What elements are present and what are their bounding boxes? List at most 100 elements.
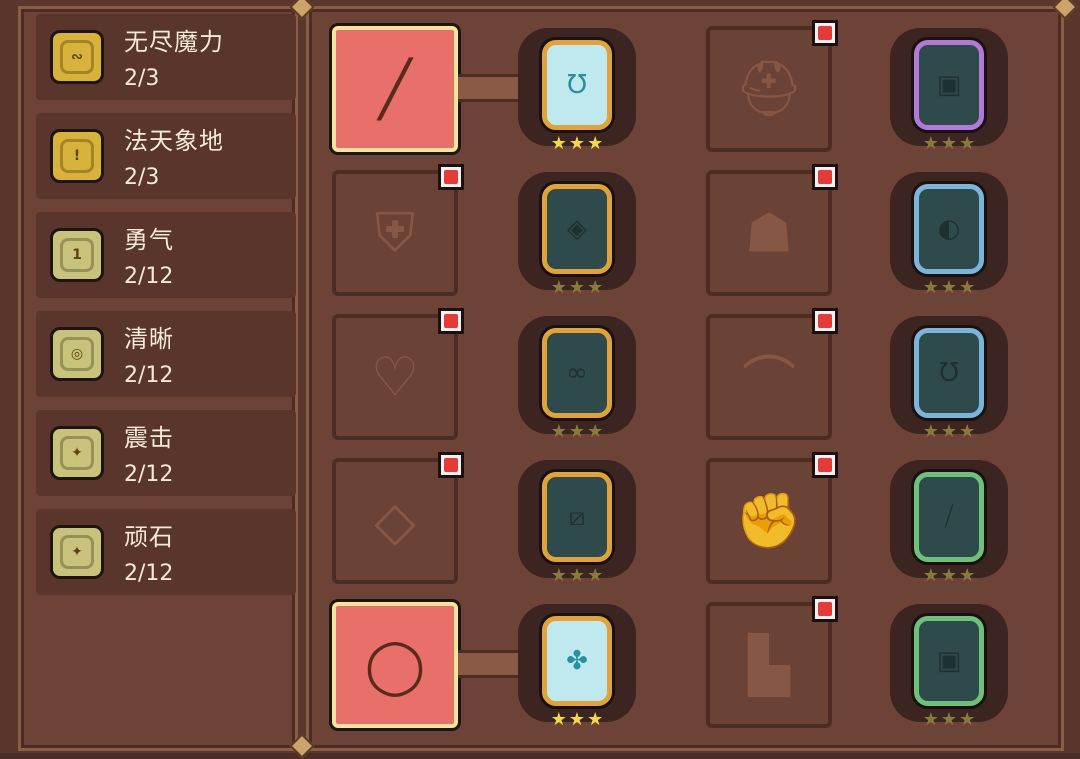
- gem-rune-glyph: Ʊ: [567, 70, 587, 100]
- star-icon: ★: [922, 133, 939, 154]
- equipment-slot-ring[interactable]: ◯: [332, 602, 458, 728]
- gem-star-rating: ★ ★ ★: [919, 278, 979, 298]
- equipment-slot-armor[interactable]: ☗: [706, 164, 838, 296]
- gem-rune-glyph: ▣: [936, 646, 962, 676]
- star-icon: ★: [568, 709, 586, 730]
- gem-rune-glyph: ▣: [936, 70, 962, 100]
- rune-coin-icon: !: [50, 129, 104, 183]
- rune-coin-icon: ◎: [50, 327, 104, 381]
- notification-dot: [812, 164, 838, 190]
- boots-icon: ▙: [748, 633, 790, 697]
- coin-glyph: !: [60, 139, 94, 173]
- rune-gem[interactable]: ⧸: [914, 472, 984, 562]
- set-count: 2/12: [124, 264, 174, 289]
- equipment-slot-amulet[interactable]: ◇: [332, 452, 464, 584]
- gem-rune-glyph: ✤: [566, 646, 588, 676]
- star-icon: ★: [922, 421, 939, 442]
- set-count: 2/3: [124, 165, 160, 190]
- armor-icon: ☗: [744, 201, 794, 265]
- star-icon: ★: [959, 709, 976, 730]
- star-icon: ★: [568, 421, 586, 442]
- rune-gem[interactable]: ✤: [542, 616, 612, 706]
- notification-dot: [812, 308, 838, 334]
- equipment-slot-shield[interactable]: ⛨: [332, 164, 464, 296]
- equipment-slot-boots[interactable]: ▙: [706, 596, 838, 728]
- notification-dot: [812, 596, 838, 622]
- rune-gem[interactable]: ◈: [542, 184, 612, 274]
- gem-star-rating: ★ ★ ★: [547, 710, 607, 730]
- rune-gem[interactable]: ▣: [914, 40, 984, 130]
- star-icon: ★: [568, 565, 586, 586]
- star-icon: ★: [959, 277, 976, 298]
- coin-glyph: ✦: [60, 535, 94, 569]
- rune-set-row[interactable]: ✦ 震击 2/12: [36, 410, 296, 496]
- gem-star-rating: ★ ★ ★: [547, 278, 607, 298]
- star-icon: ★: [940, 277, 958, 298]
- rune-set-row[interactable]: ∾ 无尽魔力 2/3: [36, 14, 296, 100]
- gem-star-rating: ★ ★ ★: [919, 566, 979, 586]
- cloak-icon: ⌒: [742, 350, 796, 414]
- gloves-icon: ✊: [735, 489, 803, 552]
- amulet-icon: ◇: [374, 489, 416, 553]
- gem-rune-glyph: ∞: [566, 358, 588, 388]
- rune-gem[interactable]: ∞: [542, 328, 612, 418]
- gem-rune-glyph: ⧸: [944, 501, 954, 532]
- star-icon: ★: [568, 133, 586, 154]
- gem-rune-glyph: ◐: [937, 214, 961, 244]
- star-icon: ★: [940, 421, 958, 442]
- rune-set-row[interactable]: 1 勇气 2/12: [36, 212, 296, 298]
- notification-dot: [438, 452, 464, 478]
- set-name: 法天象地: [124, 127, 224, 155]
- coin-glyph: ∾: [60, 40, 94, 74]
- gem-star-rating: ★ ★ ★: [547, 422, 607, 442]
- star-icon: ★: [940, 565, 958, 586]
- gem-star-rating: ★ ★ ★: [547, 134, 607, 154]
- star-icon: ★: [587, 565, 604, 586]
- rune-gem[interactable]: Ʊ: [914, 328, 984, 418]
- set-name: 勇气: [124, 226, 174, 254]
- equipment-slot-weapon[interactable]: ╱: [332, 26, 458, 152]
- rune-set-row[interactable]: ✦ 顽石 2/12: [36, 509, 296, 595]
- set-name: 震击: [124, 424, 174, 452]
- star-icon: ★: [568, 277, 586, 298]
- rune-gem[interactable]: ⧄: [542, 472, 612, 562]
- star-icon: ★: [587, 421, 604, 442]
- set-name: 顽石: [124, 523, 174, 551]
- star-icon: ★: [587, 277, 604, 298]
- star-icon: ★: [959, 565, 976, 586]
- set-count: 2/12: [124, 462, 174, 487]
- star-icon: ★: [550, 277, 567, 298]
- notification-dot: [438, 164, 464, 190]
- rune-set-row[interactable]: ◎ 清晰 2/12: [36, 311, 296, 397]
- rune-coin-icon: ✦: [50, 525, 104, 579]
- ring-icon: ◯: [364, 633, 426, 697]
- gem-rune-glyph: Ʊ: [939, 358, 959, 388]
- rune-gem[interactable]: Ʊ: [542, 40, 612, 130]
- notification-dot: [812, 20, 838, 46]
- rune-gem[interactable]: ▣: [914, 616, 984, 706]
- gem-star-rating: ★ ★ ★: [919, 134, 979, 154]
- notification-dot: [438, 308, 464, 334]
- necklace-icon: ♡: [370, 345, 420, 409]
- star-icon: ★: [587, 709, 604, 730]
- equipment-slot-necklace[interactable]: ♡: [332, 308, 464, 440]
- shield-icon: ⛨: [374, 201, 416, 264]
- rune-coin-icon: ✦: [50, 426, 104, 480]
- equipment-slot-gloves[interactable]: ✊: [706, 452, 838, 584]
- star-icon: ★: [922, 277, 939, 298]
- set-count: 2/12: [124, 363, 174, 388]
- gem-rune-glyph: ⧄: [568, 501, 586, 532]
- gem-rune-glyph: ◈: [567, 214, 587, 244]
- star-icon: ★: [550, 421, 567, 442]
- rune-set-row[interactable]: ! 法天象地 2/3: [36, 113, 296, 199]
- star-icon: ★: [922, 565, 939, 586]
- equipment-slot-helmet[interactable]: ⛑: [706, 20, 838, 152]
- coin-glyph: ✦: [60, 436, 94, 470]
- equipment-slot-cloak[interactable]: ⌒: [706, 308, 838, 440]
- helmet-icon: ⛑: [734, 57, 804, 120]
- gem-star-rating: ★ ★ ★: [919, 710, 979, 730]
- rune-gem[interactable]: ◐: [914, 184, 984, 274]
- set-name: 清晰: [124, 325, 174, 353]
- game-window: ∾ 无尽魔力 2/3! 法天象地 2/3 1 勇气 2/12 ◎ 清晰 2/12 ✦ 震击 2/12 ✦ 顽石…: [0, 0, 1080, 759]
- wand-icon: ╱: [378, 57, 412, 121]
